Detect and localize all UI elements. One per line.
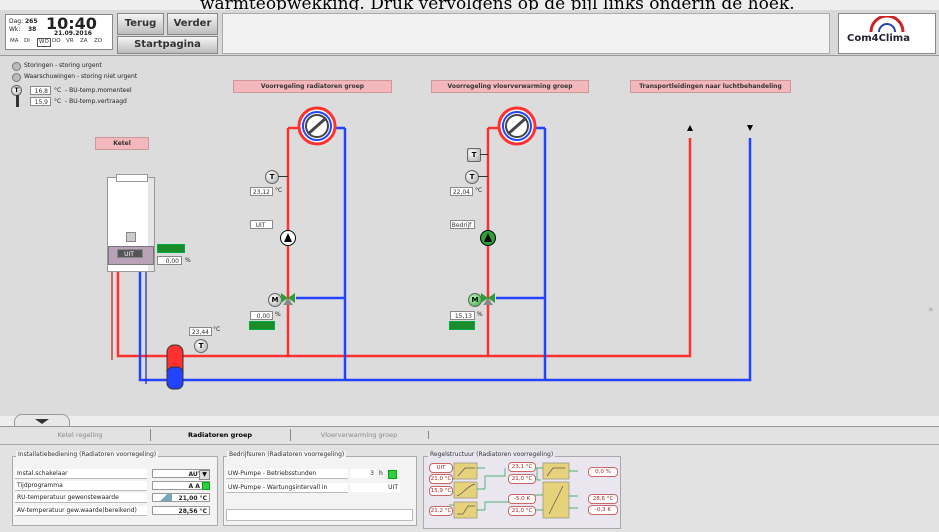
radiator-temp-sensor-icon[interactable]: T (265, 170, 279, 184)
boiler-percent: 0,00 (157, 256, 182, 265)
ctl-mode: UIT (429, 463, 453, 473)
floor-pump-icon[interactable] (480, 230, 496, 246)
radiator-sensor-stem (278, 176, 288, 177)
boiler-return-temp-unit: °C (213, 326, 221, 333)
boiler-return-sensor-icon[interactable]: T (194, 339, 208, 353)
floor-valve-bar (449, 321, 475, 330)
ctl-valve-output: 0,0 % (588, 467, 618, 477)
pump-operating-hours-value: 3 (350, 469, 376, 478)
pump-maintenance-interval-value: UIT (350, 483, 400, 492)
floor-sensor-stem (478, 176, 488, 177)
radiator-valve-bar (249, 321, 275, 330)
boiler-return-temp: 23,44 (189, 327, 212, 336)
radiator-mixer-icon[interactable] (297, 106, 337, 146)
floor-mixer-icon[interactable] (497, 106, 537, 146)
supply-temp-setpoint-label: AV-temperatuur gew.waarde(bereikend) (15, 506, 147, 516)
pump-maintenance-interval-label: UW-Pumpe - Wartungsintervall in (226, 483, 348, 493)
tab-bar-line (0, 444, 939, 445)
radiator-valve-motor-icon[interactable]: M (268, 293, 282, 307)
ctl-supply-setpoint: 28,6 °C (588, 494, 618, 504)
ctl-curve-output: 21,0 °C (508, 474, 536, 484)
floor-3way-valve-icon[interactable] (481, 291, 495, 305)
radiator-valve-percent: 0,00 (250, 311, 273, 320)
radiator-temp-unit: °C (275, 187, 283, 194)
floor-valve-percent-unit: % (477, 311, 483, 318)
boiler-status-bar (157, 244, 185, 253)
radiator-valve-percent-unit: % (275, 311, 281, 318)
supply-temp-setpoint-value[interactable]: 28,56 °C (152, 506, 210, 515)
pump-operating-hours-unit: h (379, 470, 383, 477)
hours-blank-row (226, 509, 413, 521)
tab-separator (150, 429, 151, 441)
side-scroll-arrow-icon[interactable]: » (928, 305, 934, 315)
room-temp-setpoint-label: RU-temperatuur gewenstewaarde (15, 493, 147, 503)
radiator-pump-icon[interactable] (280, 230, 296, 246)
pump-operating-hours-label: UW-Pumpe - Betriebsstunden (226, 469, 348, 479)
radiator-pump-status: UIT (250, 220, 273, 229)
hours-panel-title: Bedrijfsuren (Radiatoren voorregeling) (227, 451, 347, 458)
ctl-deviation: -0,3 K (588, 505, 618, 515)
tab-boiler-control[interactable]: Ketel regeling (10, 431, 150, 439)
pump-operating-hours-status-icon (388, 470, 397, 479)
boiler-display-icon (126, 232, 136, 242)
install-switch-label: Instal.schakelaar (15, 469, 147, 479)
install-switch-dropdown-icon[interactable]: ▼ (199, 470, 210, 480)
install-panel-title: Installatiebediening (Radiatoren voorreg… (16, 451, 159, 458)
ctl-room-output: 21,0 °C (508, 506, 536, 516)
floor-pump-status: Bedrijf (450, 220, 475, 229)
floor-temp-unit: °C (475, 187, 483, 194)
tab-floor-group[interactable]: Vloerverwarming groep (290, 431, 429, 439)
radiator-temp: 23,12 (250, 187, 273, 196)
radiator-3way-valve-icon[interactable] (281, 291, 295, 305)
ctl-room-actual: 21,2 °C (429, 506, 453, 516)
time-program-label: Tijdprogramma (15, 481, 147, 491)
floor-valve-percent: 15,13 (450, 311, 475, 320)
transport-supply-arrow-icon (687, 125, 693, 131)
ctl-outdoor-temp: 15,9 °C (429, 486, 453, 496)
floor-limit-sensor-icon[interactable]: T (467, 148, 481, 162)
time-program-status-icon (202, 482, 210, 490)
boiler-status: UIT (117, 249, 143, 258)
ctl-room-setpoint: 21,0 °C (429, 474, 453, 484)
tab-radiator-group[interactable]: Radiatoren groep (150, 431, 290, 439)
floor-valve-motor-icon[interactable]: M (468, 293, 482, 307)
floor-limit-sensor-stem (480, 154, 488, 155)
floor-temp: 22,04 (450, 187, 473, 196)
floor-temp-sensor-icon[interactable]: T (465, 170, 479, 184)
ctl-supply-actual: 23,1 °C (508, 462, 536, 472)
boiler-percent-unit: % (185, 257, 191, 264)
ctl-offset: -5,0 K (508, 494, 536, 504)
transport-return-arrow-icon (747, 125, 753, 131)
tab-separator (290, 429, 291, 441)
setpoint-slider-icon[interactable] (156, 494, 172, 501)
